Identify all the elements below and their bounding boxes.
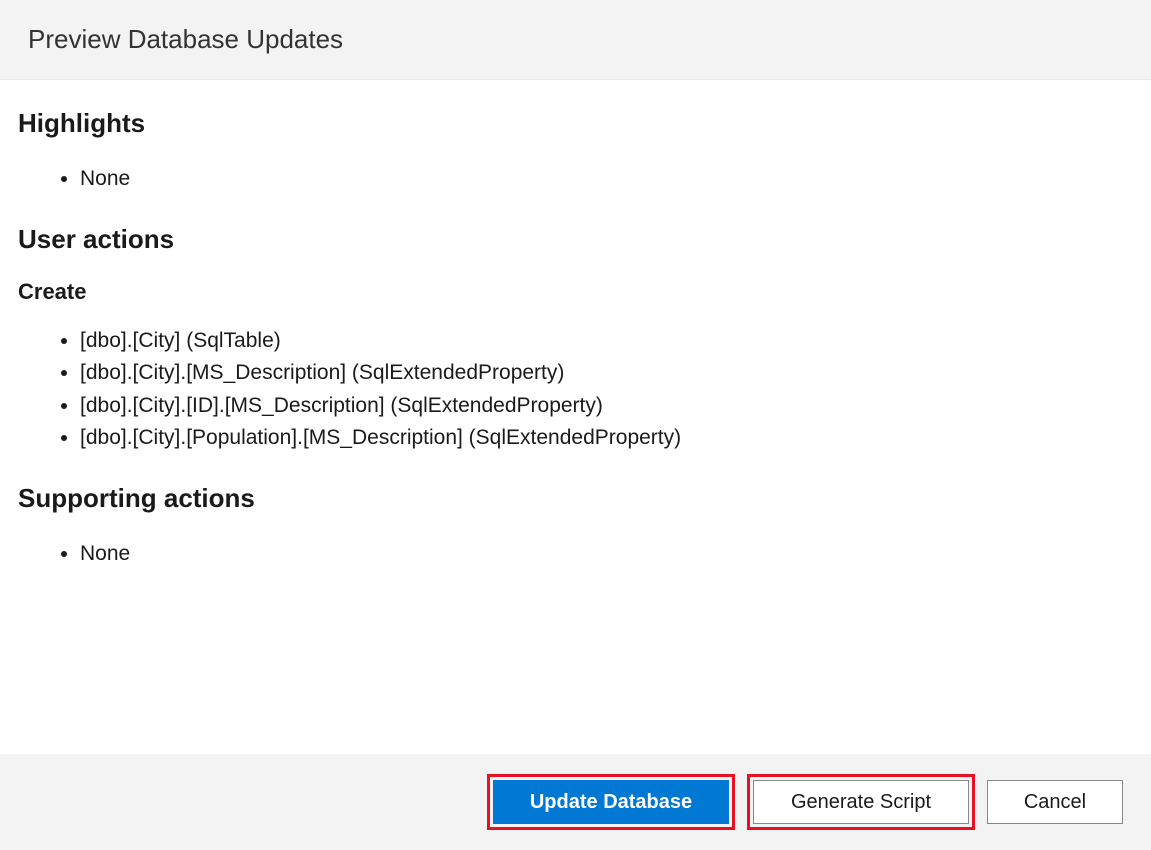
- highlights-list: None: [18, 163, 1133, 196]
- list-item: [dbo].[City].[ID].[MS_Description] (SqlE…: [80, 390, 1133, 423]
- dialog-title: Preview Database Updates: [28, 24, 1123, 55]
- create-heading: Create: [18, 279, 1133, 305]
- list-item: None: [80, 163, 1133, 196]
- dialog-footer: Update Database Generate Script Cancel: [0, 754, 1151, 850]
- create-list: [dbo].[City] (SqlTable) [dbo].[City].[MS…: [18, 325, 1133, 455]
- user-actions-heading: User actions: [18, 224, 1133, 255]
- supporting-actions-list: None: [18, 538, 1133, 571]
- supporting-actions-heading: Supporting actions: [18, 483, 1133, 514]
- list-item: [dbo].[City] (SqlTable): [80, 325, 1133, 358]
- generate-script-button[interactable]: Generate Script: [753, 780, 969, 824]
- list-item: None: [80, 538, 1133, 571]
- dialog-header: Preview Database Updates: [0, 0, 1151, 80]
- list-item: [dbo].[City].[MS_Description] (SqlExtend…: [80, 357, 1133, 390]
- highlight-box: Generate Script: [747, 774, 975, 830]
- cancel-button[interactable]: Cancel: [987, 780, 1123, 824]
- highlights-heading: Highlights: [18, 108, 1133, 139]
- highlight-box: Update Database: [487, 774, 735, 830]
- update-database-button[interactable]: Update Database: [493, 780, 729, 824]
- dialog-content: Highlights None User actions Create [dbo…: [0, 80, 1151, 754]
- list-item: [dbo].[City].[Population].[MS_Descriptio…: [80, 422, 1133, 455]
